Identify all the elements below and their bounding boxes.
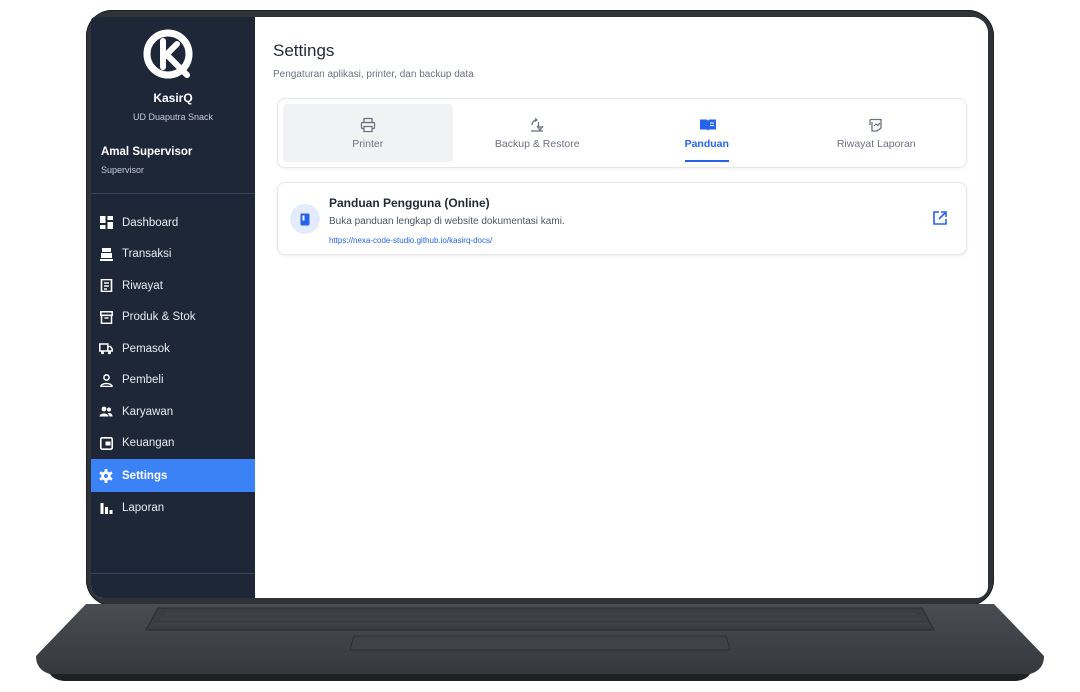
tab-backup-restore[interactable]: Backup & Restore [453,104,623,162]
users-icon [99,405,113,419]
dashboard-icon [99,216,113,230]
gear-icon [99,468,113,483]
sidebar-bottom-divider [91,573,255,574]
sidebar-item-produk-stok[interactable]: Produk & Stok [91,302,255,334]
open-external-icon[interactable] [932,210,948,226]
page-title: Settings [273,41,335,60]
sidebar-item-dashboard[interactable]: Dashboard [91,207,255,239]
sidebar-item-keuangan[interactable]: Keuangan [91,428,255,460]
sidebar-item-label: Settings [122,469,168,482]
tab-label: Backup & Restore [494,137,580,150]
truck-icon [99,342,113,356]
guide-card: Panduan Pengguna (Online) Buka panduan l… [277,182,967,255]
tab-label: Printer [352,137,384,150]
sidebar-item-label: Pembeli [122,374,164,387]
wallet-icon [99,436,113,450]
sidebar-item-label: Keuangan [122,437,175,450]
laptop-base [36,604,1044,682]
sidebar-item-riwayat[interactable]: Riwayat [91,270,255,302]
sidebar-item-label: Produk & Stok [122,311,196,324]
store-name: UD Duaputra Snack [132,112,214,122]
guide-description: Buka panduan lengkap di website dokument… [329,216,565,227]
sidebar-item-karyawan[interactable]: Karyawan [91,396,255,428]
settings-tabs: Printer Backup & Restore Panduan Riwayat… [277,98,967,168]
app-name: KasirQ [153,91,193,105]
app-window: KasirQ UD Duaputra Snack Amal Supervisor… [91,17,988,598]
page-subtitle: Pengaturan aplikasi, printer, dan backup… [273,69,474,80]
sidebar-item-label: Dashboard [122,216,179,229]
user-name: Amal Supervisor [101,146,193,158]
sidebar-nav: Dashboard Transaksi Riwayat Produk & Sto… [91,207,255,524]
sidebar-divider [91,193,255,194]
sidebar-item-label: Riwayat [122,279,163,292]
tab-label: Riwayat Laporan [836,137,916,150]
main-content: Settings Pengaturan aplikasi, printer, d… [255,17,988,598]
user-role: Supervisor [101,165,145,175]
user-icon [99,373,113,387]
sidebar-item-label: Transaksi [122,248,172,261]
sidebar-item-settings[interactable]: Settings [91,459,255,492]
sidebar: KasirQ UD Duaputra Snack Amal Supervisor… [91,17,255,598]
sidebar-item-label: Laporan [122,501,165,514]
guide-book-icon [290,204,320,234]
printer-icon [360,117,376,133]
backup-icon [529,117,545,133]
book-icon [699,117,716,133]
tab-riwayat-laporan[interactable]: Riwayat Laporan [792,104,962,162]
sidebar-item-label: Karyawan [122,405,174,418]
logout-icon[interactable] [101,591,121,598]
box-icon [99,310,113,324]
tab-printer[interactable]: Printer [283,104,453,162]
tab-label: Panduan [684,137,729,150]
receipt-icon [99,279,113,293]
guide-title: Panduan Pengguna (Online) [329,196,490,210]
bar-chart-icon [99,501,113,515]
sidebar-item-transaksi[interactable]: Transaksi [91,239,255,271]
sidebar-item-pemasok[interactable]: Pemasok [91,333,255,365]
sidebar-item-pembeli[interactable]: Pembeli [91,365,255,397]
sidebar-item-laporan[interactable]: Laporan [91,492,255,524]
tab-panduan[interactable]: Panduan [622,104,792,162]
kasirq-logo-icon [141,29,199,81]
report-history-icon [868,117,884,133]
guide-link[interactable]: https://nexa-code-studio.github.io/kasir… [329,236,492,245]
sidebar-item-label: Pemasok [122,342,170,355]
register-icon [99,247,113,261]
